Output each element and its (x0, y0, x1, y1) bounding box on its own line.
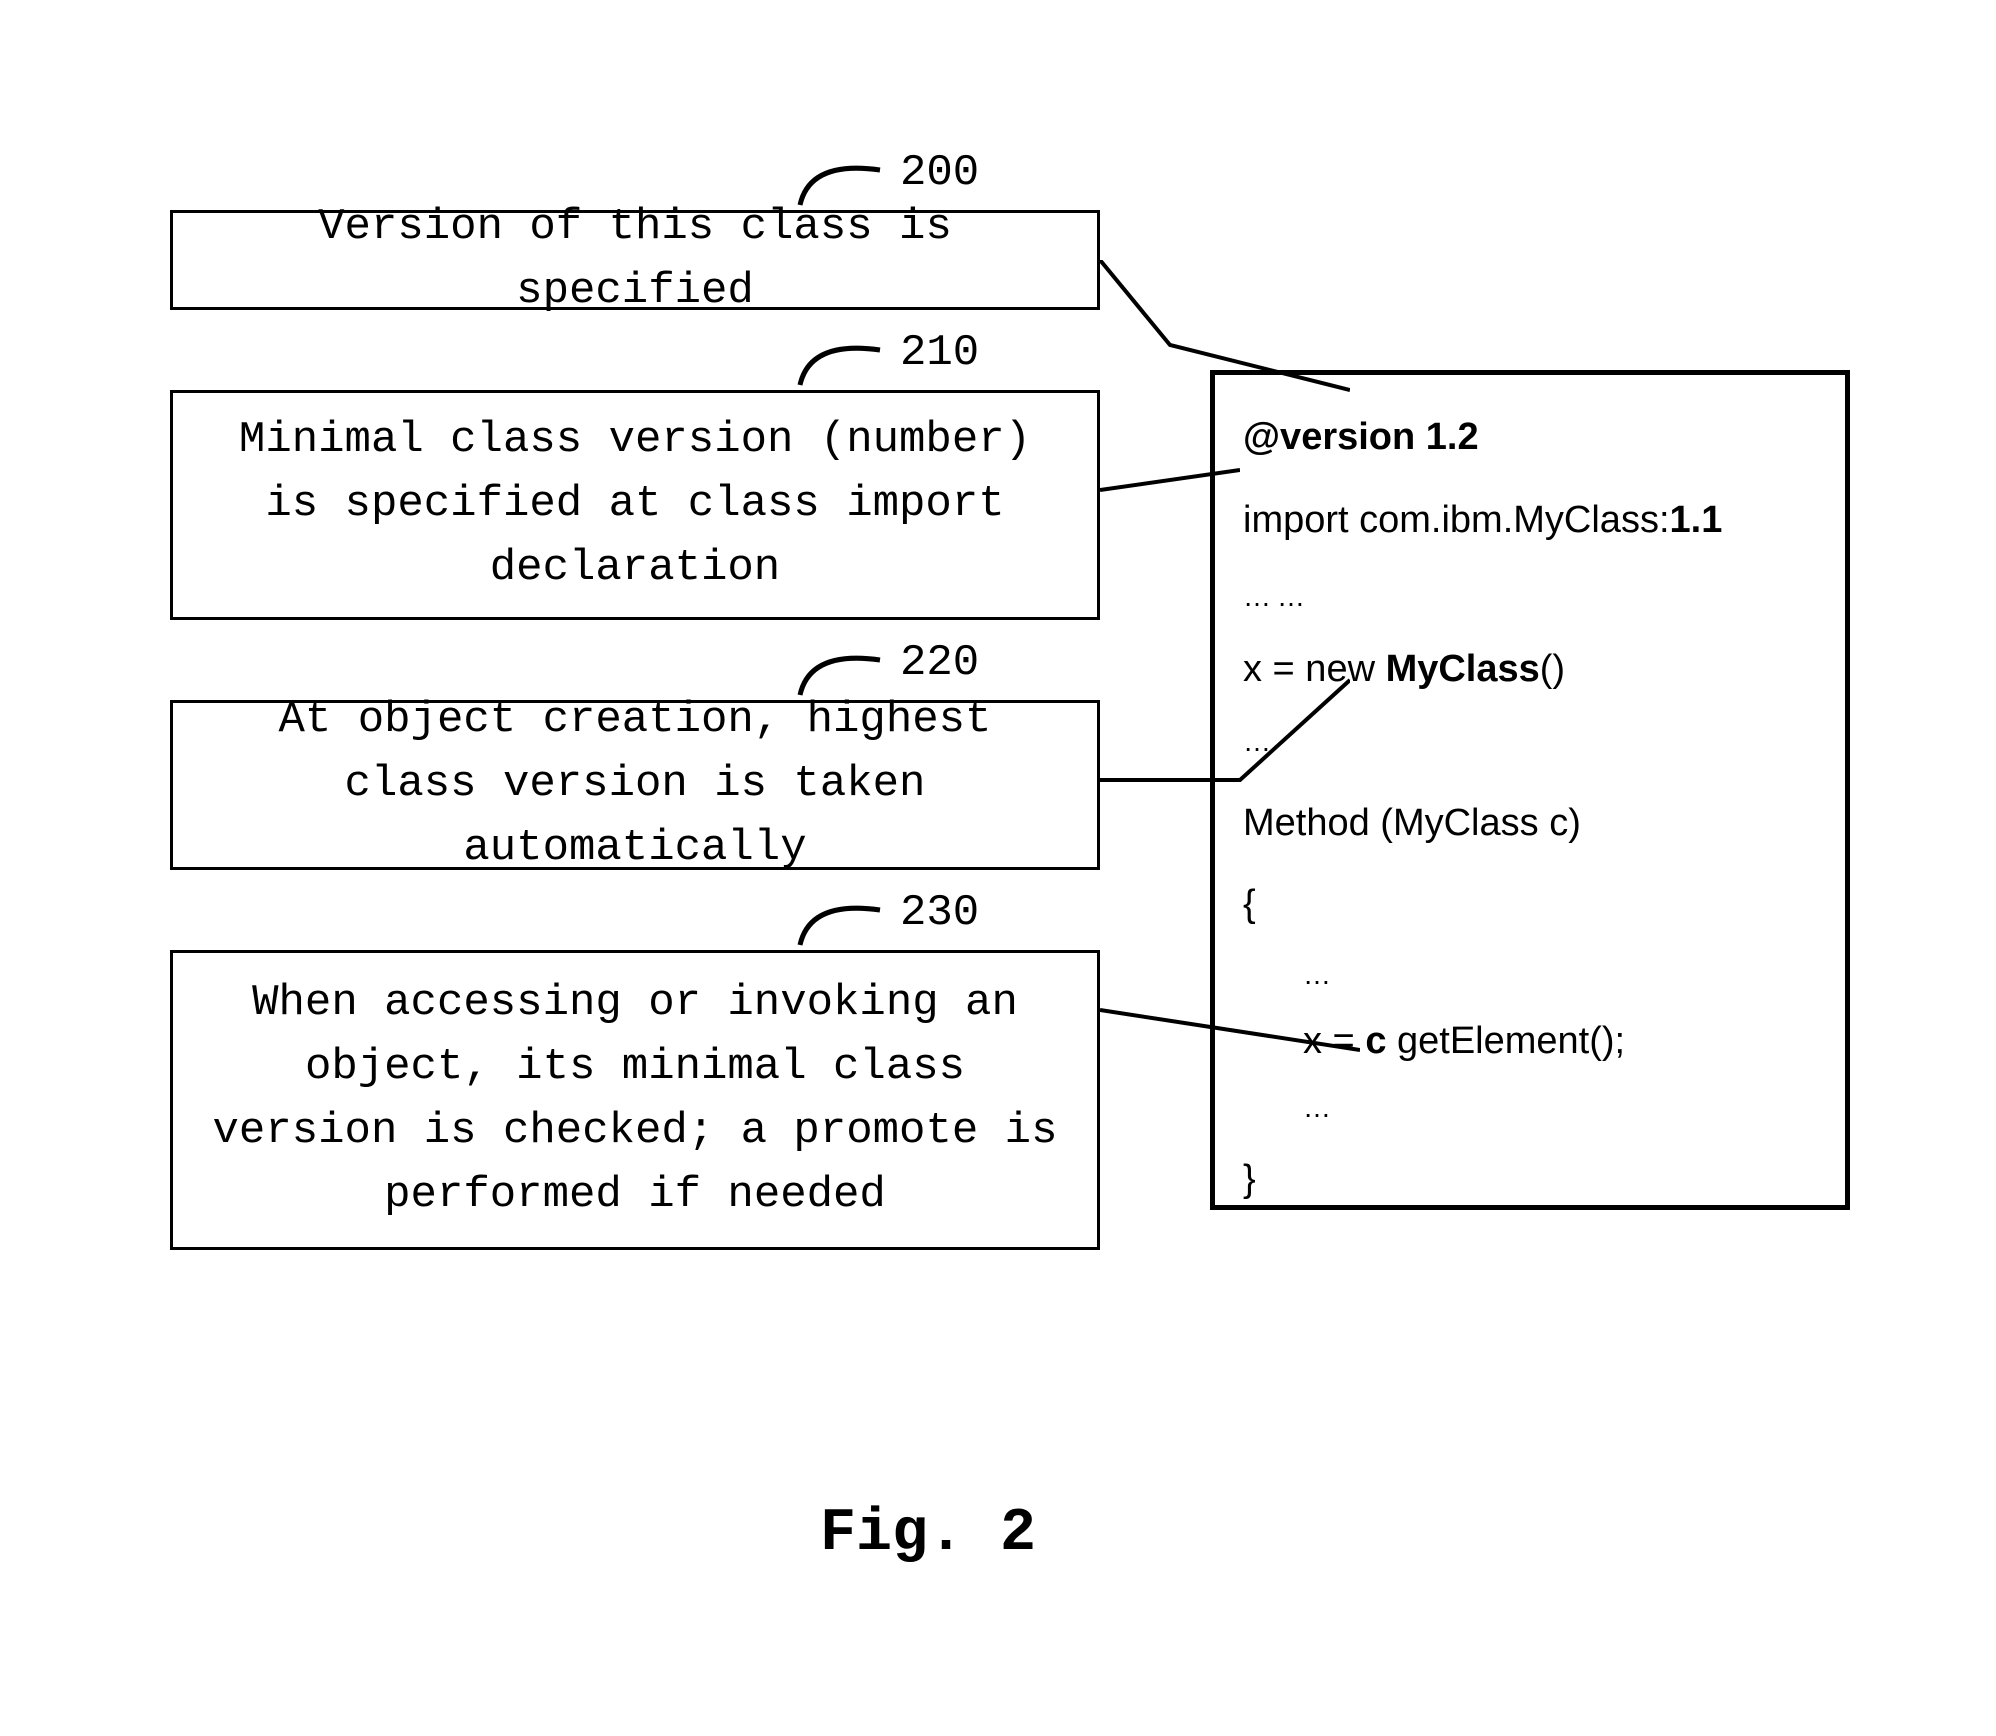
step-box-210: Minimal class version (number) is specif… (170, 390, 1100, 620)
ref-hook-210 (790, 330, 890, 390)
step-text-200: Version of this class is specified (201, 196, 1069, 324)
connector-200-to-version (1100, 260, 1350, 420)
connector-220-to-new (1100, 660, 1350, 800)
step-text-220: At object creation, highest class versio… (201, 689, 1069, 880)
ref-hook-230 (790, 890, 890, 950)
step-box-220: At object creation, highest class versio… (170, 700, 1100, 870)
code-import-version: 1.1 (1670, 499, 1723, 541)
code-new-class: MyClass (1386, 648, 1540, 690)
step-box-200: Version of this class is specified (170, 210, 1100, 310)
step-text-230: When accessing or invoking an object, it… (201, 972, 1069, 1227)
code-version-value: 1.2 (1426, 416, 1479, 458)
code-open-brace: { (1243, 874, 1817, 935)
figure-canvas: 200 Version of this class is specified 2… (0, 0, 1996, 1736)
ref-label-200: 200 (900, 148, 979, 198)
step-box-230: When accessing or invoking an object, it… (170, 950, 1100, 1250)
code-import-line: import com.ibm.MyClass:1.1 (1243, 490, 1817, 551)
code-import-prefix: import com.ibm.MyClass: (1243, 499, 1670, 541)
ref-label-220: 220 (900, 638, 979, 688)
code-get-suffix: getElement(); (1386, 1020, 1625, 1062)
step-text-210: Minimal class version (number) is specif… (201, 409, 1069, 600)
ref-label-210: 210 (900, 328, 979, 378)
code-ellipsis-3: … (1243, 953, 1817, 998)
code-get-obj: c (1365, 1020, 1386, 1062)
code-ellipsis-4: … (1243, 1086, 1817, 1131)
code-new-suffix: () (1540, 648, 1565, 690)
code-ellipsis-1: …… (1243, 575, 1817, 620)
code-version-prefix: @version (1243, 416, 1426, 458)
code-method-decl: Method (MyClass c) (1243, 793, 1817, 854)
ref-label-230: 230 (900, 888, 979, 938)
connector-230-to-getelement (1100, 1000, 1360, 1060)
figure-caption: Fig. 2 (820, 1500, 1036, 1568)
code-close-brace: } (1243, 1149, 1817, 1210)
connector-210-to-import (1100, 460, 1240, 500)
